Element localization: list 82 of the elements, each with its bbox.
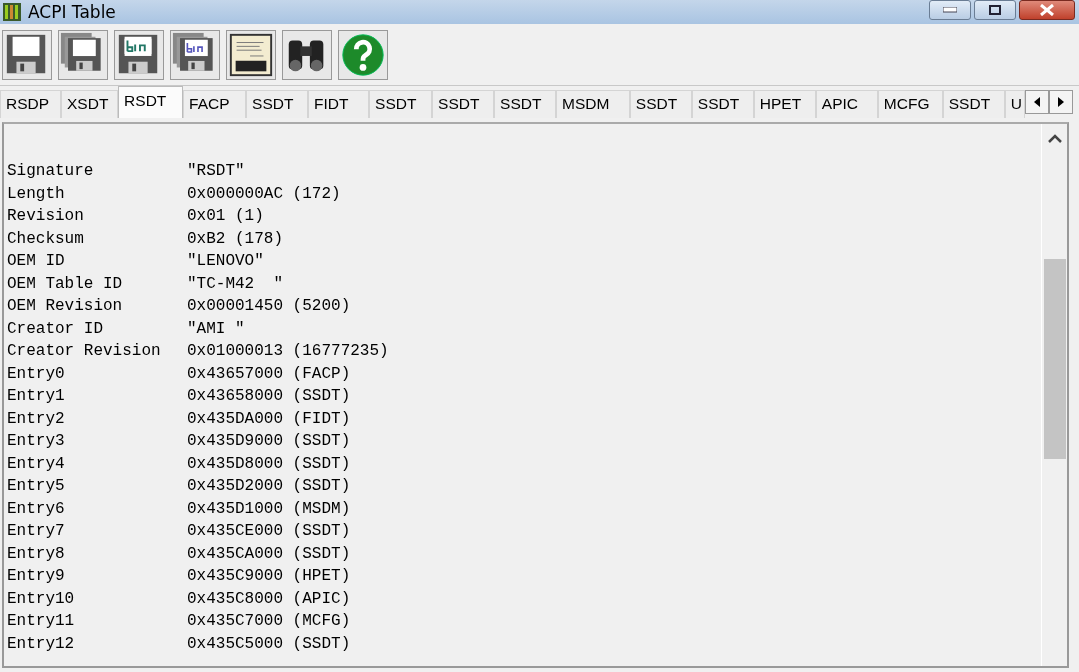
help-button[interactable] [338,29,388,80]
field-name: Entry2 [7,408,66,430]
field-value: 0x43657000 (FACP) [187,363,351,385]
field-value: 0x435CE000 (SSDT) [187,521,351,542]
field-value: 0x435C5000 (SSDT) [187,633,351,655]
tab[interactable]: FACP [183,90,247,118]
tab[interactable]: FIDT [308,90,370,118]
toolbar-button[interactable] [2,29,52,80]
toolbar-button[interactable] [114,29,164,80]
field-value: 0x435D1000 (MSDM) [187,498,351,520]
tab[interactable]: XSDT [61,90,119,118]
field-value: 0x435CA000 (SSDT) [187,543,351,565]
field-value: "TC-M42 " [187,273,283,295]
field-name: Length [7,183,66,205]
maximize-icon [989,5,1001,15]
field-value: 0x000000AC (172) [187,183,341,205]
scroll-left-button[interactable] [1025,90,1049,114]
field-value: 0x43658000 (SSDT) [187,386,351,407]
toolbar-button[interactable] [170,29,220,80]
field-value: 0x435D2000 (SSDT) [187,476,351,497]
tab[interactable]: SSDT [432,90,495,118]
field-name: Entry10 [7,588,76,610]
field-name: Entry4 [7,453,66,475]
field-name: Entry0 [7,363,66,385]
field-value: 0x435C7000 (MCFG) [187,611,351,632]
toolbar-button[interactable] [58,29,108,80]
maximize-button[interactable] [974,0,1016,20]
field-name: Creator ID [7,318,104,340]
field-value: 0xB2 (178) [187,228,283,250]
left-arrow-icon [1034,97,1040,107]
toolbar-button[interactable] [282,29,332,80]
tab[interactable]: SSDT [629,90,692,118]
tab[interactable]: MSDM [556,90,630,118]
scroll-right-button[interactable] [1049,90,1073,114]
field-name: Creator Revision [7,341,162,362]
field-value: 0x435D8000 (SSDT) [187,453,351,475]
toolbar-button[interactable] [226,29,276,80]
field-value: 0x01 (1) [187,206,264,227]
close-icon [1039,4,1055,16]
minimize-icon [943,7,957,13]
field-value: 0x435C9000 (HPET) [187,566,351,587]
field-value: 0x01000013 (16777235) [187,341,389,362]
field-name: OEM Table ID [7,273,124,295]
close-button[interactable] [1019,0,1075,20]
field-name: Entry7 [7,521,66,542]
field-name: Entry3 [7,431,66,452]
field-value: 0x00001450 (5200) [187,296,351,317]
field-name: OEM ID [7,251,66,272]
tab[interactable]: SSDT [246,90,309,118]
field-name: Entry6 [7,498,66,520]
field-name: Entry5 [7,476,66,497]
field-value: 0x435DA000 (FIDT) [187,408,351,430]
field-name: Entry8 [7,543,66,565]
field-name: Entry12 [7,633,76,655]
tab[interactable]: RSDT [118,86,184,118]
field-value: 0x435D9000 (SSDT) [187,431,351,452]
tab[interactable]: SSDT [942,90,1005,118]
tab[interactable]: HPET [753,90,816,118]
field-name: Entry9 [7,566,66,587]
field-value: "AMI " [187,318,245,340]
field-value: 0x435C8000 (APIC) [187,588,351,610]
field-value: "RSDT" [187,161,245,182]
field-name: Revision [7,206,85,227]
field-name: OEM Revision [7,296,124,317]
tab[interactable]: SSDT [494,90,557,118]
field-name: Entry11 [7,611,76,632]
field-name: Entry1 [7,386,66,407]
app-icon [2,2,22,22]
tab[interactable]: APIC [815,90,878,118]
field-name: Checksum [7,228,85,250]
scrollbar-thumb[interactable] [1043,259,1066,459]
tab[interactable]: MCFG [877,90,943,118]
tab[interactable]: RSDP [0,90,61,118]
field-name: Signature [7,161,95,182]
window-title: ACPI Table [28,2,116,22]
minimize-button[interactable] [929,0,971,20]
right-arrow-icon [1058,97,1064,107]
tab[interactable]: SSDT [369,90,433,118]
scroll-up-icon[interactable] [1047,134,1062,143]
tab[interactable]: SSDT [691,90,754,118]
field-value: "LENOVO" [187,251,264,272]
tab[interactable]: U [1004,90,1025,118]
